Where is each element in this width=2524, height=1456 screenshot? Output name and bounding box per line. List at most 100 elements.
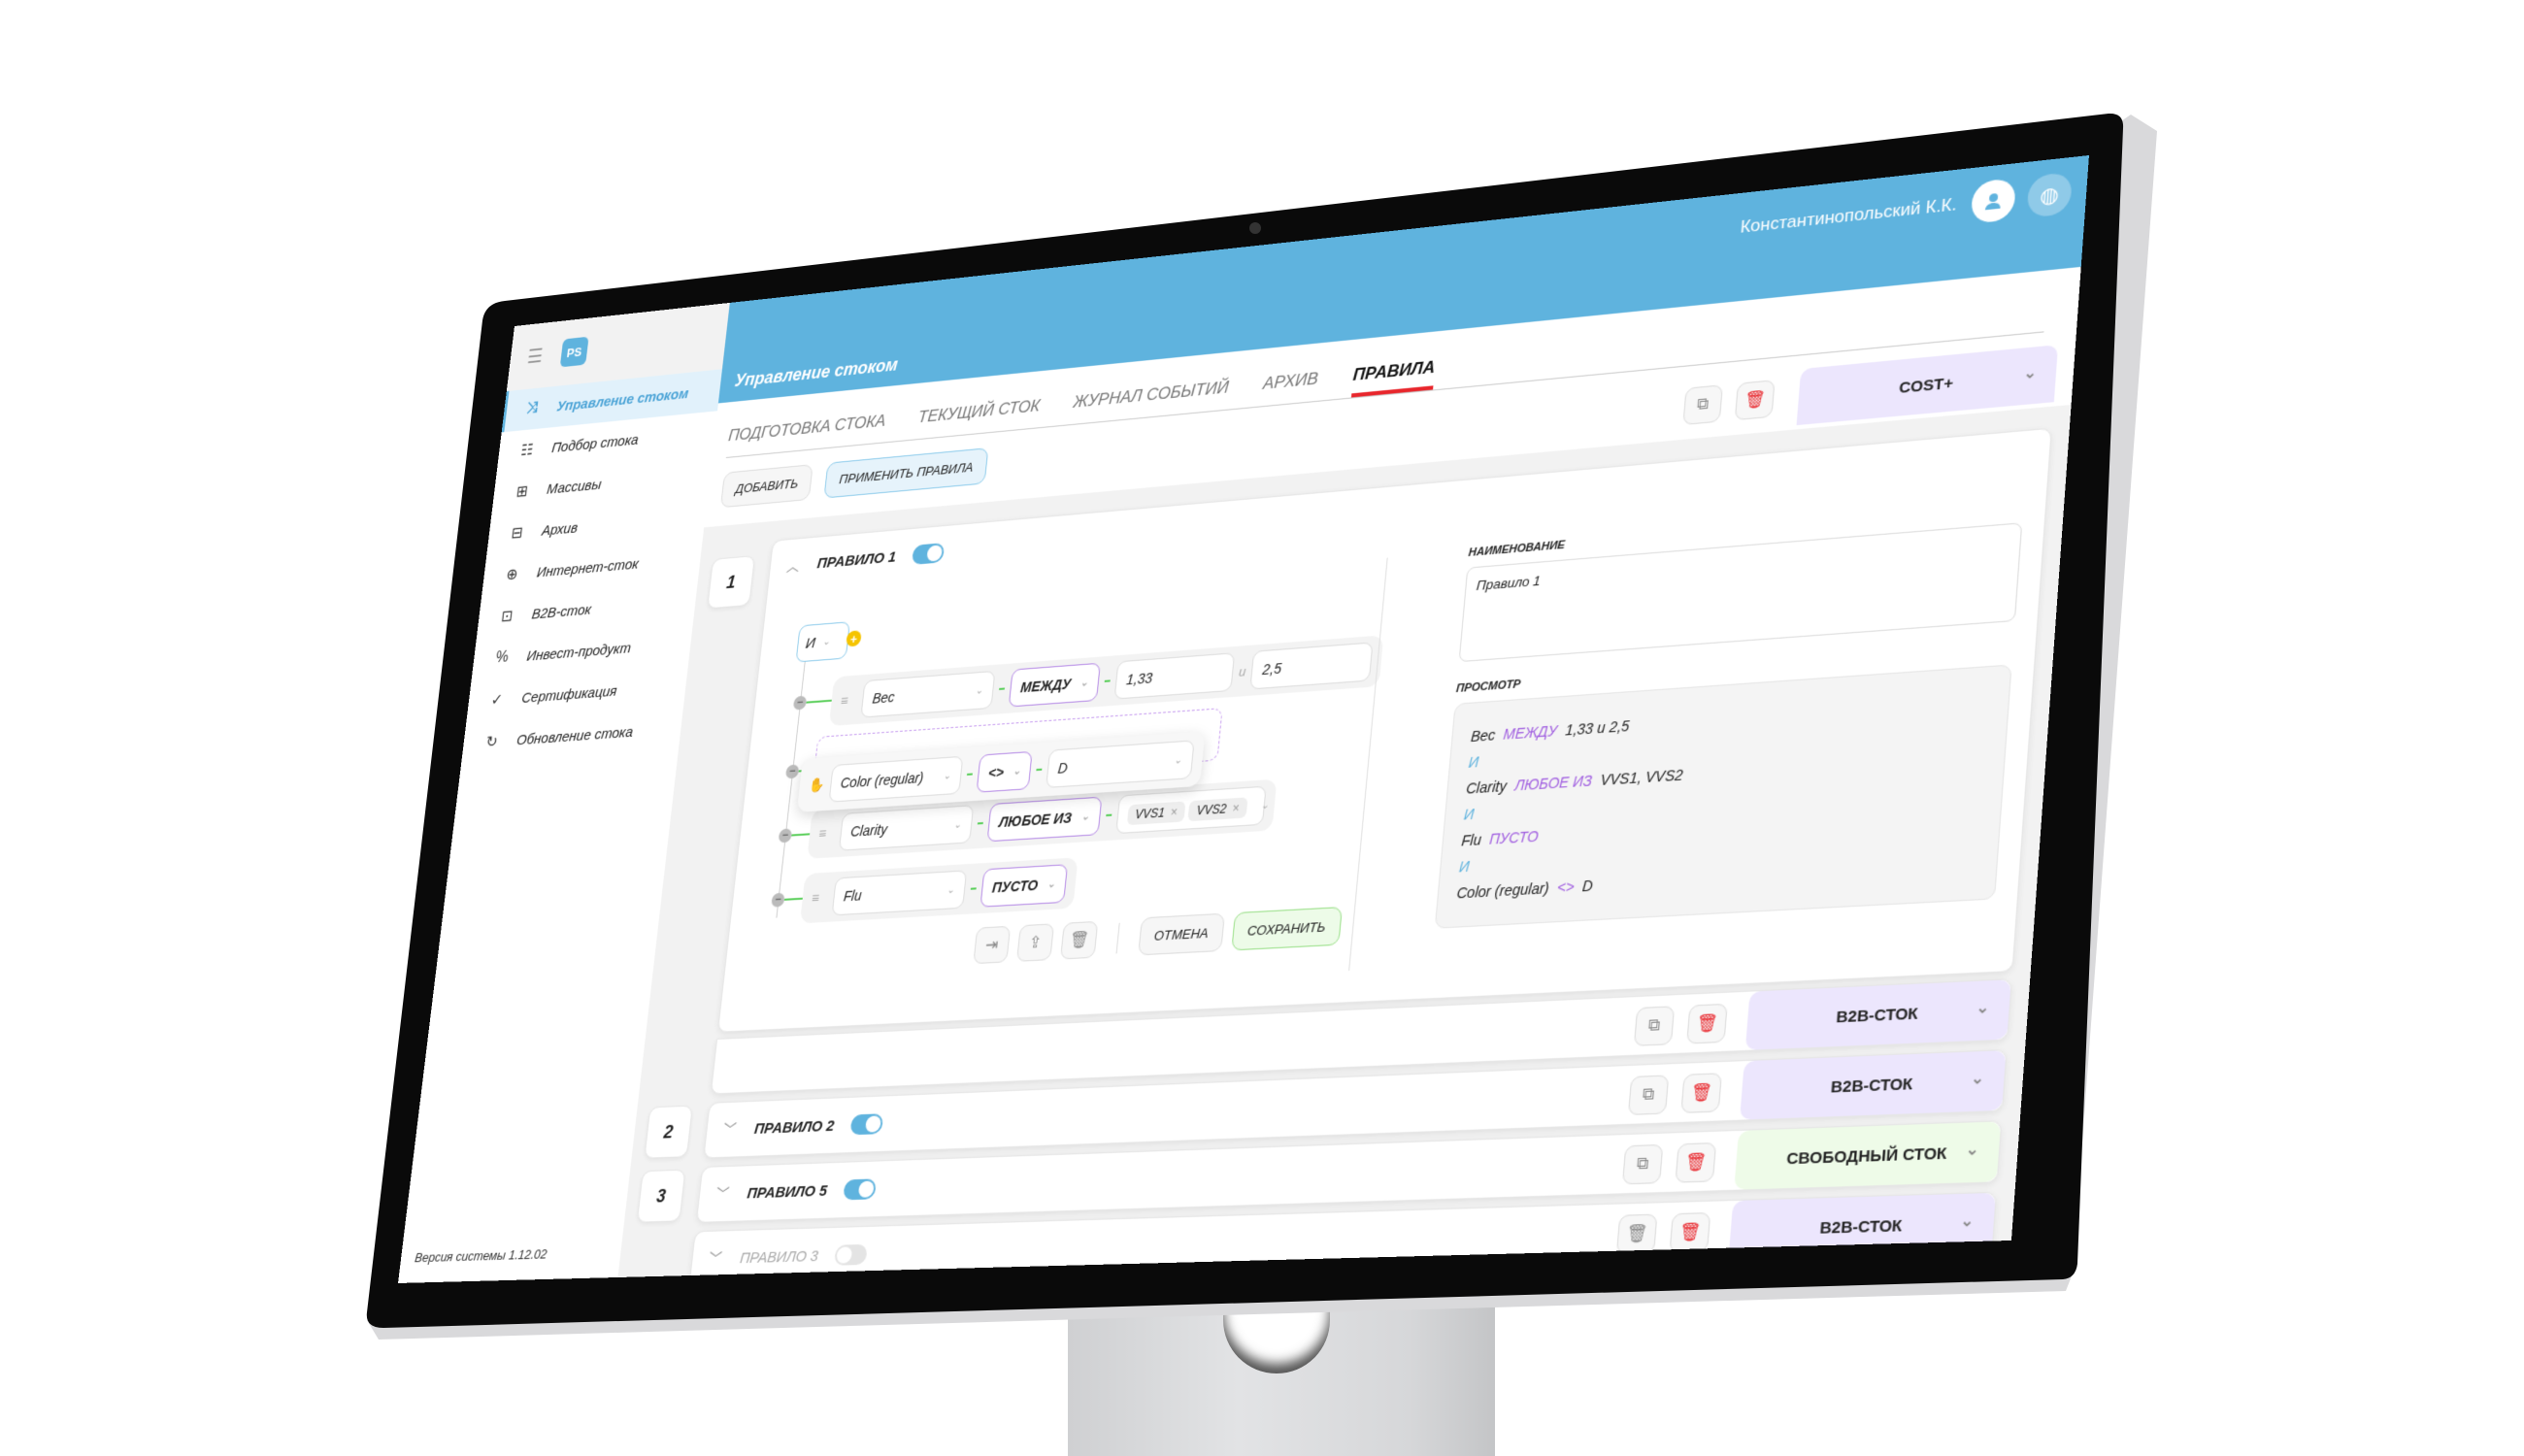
connector (1104, 679, 1111, 682)
field-select[interactable]: Flu ⌄ (831, 870, 968, 916)
rule-name: ПРАВИЛО 1 (815, 547, 897, 572)
archive-icon: ⊟ (510, 524, 524, 543)
connector (1036, 768, 1043, 772)
field-select[interactable]: Вес ⌄ (860, 670, 996, 718)
drag-grab-icon[interactable]: ✋ (808, 776, 826, 793)
chevron-down-icon: ⌄ (1976, 998, 1990, 1017)
connector (970, 887, 977, 890)
rule-enabled-toggle[interactable] (833, 1243, 868, 1266)
rule-enabled-toggle[interactable] (849, 1113, 884, 1136)
operator-select[interactable]: <> ⌄ (976, 750, 1033, 793)
logic-select[interactable]: И ⌄ (795, 621, 850, 663)
chevron-down-icon: ⌄ (1965, 1140, 1980, 1159)
save-button[interactable]: СОХРАНИТЬ (1231, 907, 1343, 951)
remove-condition-icon[interactable]: − (792, 695, 808, 711)
trash-icon[interactable]: 🗑 (1734, 380, 1776, 421)
chevron-down-icon[interactable]: ﹀ (715, 1183, 740, 1205)
group-target-label: COST+ (1898, 374, 1954, 397)
sidebar-item-label: Подбор стока (550, 431, 640, 456)
duplicate-icon[interactable]: ⧉ (1682, 384, 1723, 426)
chevron-down-icon: ⌄ (2023, 363, 2038, 382)
export-icon[interactable]: ⇥ (973, 925, 1012, 964)
briefcase-icon: ⊡ (500, 608, 515, 626)
trash-icon[interactable]: 🗑 (1615, 1213, 1658, 1255)
condition-builder: И ⌄ + − ≡ Вес ⌄ МЕЖДУ ⌄ 1,33 и 2,5 − − ≡… (742, 558, 1386, 981)
rule-row: 1 ︿ ПРАВИЛО 1 И ⌄ + − ≡ Вес ⌄ МЕЖДУ ⌄ 1,… (656, 427, 2052, 1054)
chevron-down-icon: ⌄ (1173, 754, 1183, 767)
remove-condition-icon[interactable]: − (771, 892, 785, 908)
trash-icon[interactable]: 🗑 (1680, 1073, 1722, 1113)
percent-badge-icon: % (494, 648, 510, 667)
chevron-down-icon: ⌄ (946, 883, 956, 896)
connector (977, 822, 983, 825)
drag-handle-icon[interactable]: ≡ (840, 692, 858, 709)
badge-check-icon: ✓ (489, 691, 504, 710)
value-to-input[interactable]: 2,5 (1249, 642, 1374, 690)
trash-icon[interactable]: 🗑 (1060, 920, 1099, 960)
field-select[interactable]: Color (regular) ⌄ (828, 755, 964, 803)
rule-name: ПРАВИЛО 2 (753, 1116, 836, 1138)
chevron-down-icon[interactable]: ﹀ (722, 1119, 747, 1141)
rule-enabled-toggle[interactable] (911, 543, 946, 566)
drag-handle-icon[interactable]: ≡ (811, 889, 829, 907)
trash-icon[interactable]: 🗑 (1669, 1211, 1711, 1253)
chevron-down-icon: ⌄ (1046, 877, 1056, 890)
duplicate-icon[interactable]: ⧉ (1627, 1075, 1670, 1116)
list-icon: ☷ (519, 442, 535, 460)
rule-preview: Вес МЕЖДУ 1,33 и 2,5 И Clarity ЛЮБОЕ ИЗ VVS1… (1434, 664, 2012, 929)
remove-condition-icon[interactable]: − (778, 828, 793, 844)
chevron-down-icon: ⌄ (1013, 765, 1022, 778)
add-button[interactable]: ДОБАВИТЬ (719, 464, 814, 509)
system-version: Версия системы 1.12.02 (414, 1246, 548, 1266)
chevron-down-icon[interactable]: ﹀ (708, 1248, 732, 1269)
add-condition-icon[interactable]: + (846, 630, 862, 647)
duplicate-icon[interactable]: ⧉ (1633, 1006, 1676, 1046)
duplicate-icon[interactable]: ⧉ (1621, 1143, 1664, 1185)
chevron-down-icon: ⌄ (1970, 1069, 1985, 1087)
value-chip[interactable]: VVS2 × (1187, 797, 1248, 822)
group-tools: ⧉ 🗑 (1633, 1003, 1728, 1046)
tree-connector (791, 833, 811, 837)
main-area: Управление стоком ПОДГОТОВКА СТОКА ТЕКУЩ… (617, 155, 2089, 1283)
rule-name: ПРАВИЛО 5 (746, 1181, 828, 1203)
remove-chip-icon: × (1231, 801, 1241, 816)
app-logo[interactable]: PS (559, 336, 589, 368)
trash-icon[interactable]: 🗑 (1675, 1142, 1717, 1183)
trash-icon[interactable]: 🗑 (1686, 1003, 1728, 1044)
value-chip[interactable]: VVS1 × (1126, 801, 1186, 826)
values-multiselect[interactable]: VVS1 × VVS2 × ⌄ (1114, 785, 1270, 835)
value-select[interactable]: D ⌄ (1046, 740, 1195, 789)
import-icon[interactable]: ⇪ (1016, 922, 1055, 962)
field-select[interactable]: Clarity ⌄ (838, 805, 975, 851)
apply-rules-button[interactable]: ПРИМЕНИТЬ ПРАВИЛА (823, 447, 989, 499)
hamburger-icon[interactable]: ☰ (526, 344, 545, 369)
tab-archive[interactable]: АРХИВ (1261, 369, 1318, 406)
chevron-down-icon: ⌄ (943, 770, 952, 782)
chevron-down-icon: ⌄ (1079, 677, 1089, 689)
value-from-input[interactable]: 1,33 (1113, 652, 1236, 700)
sidebar-item-label: Архив (541, 519, 580, 540)
tab-current-stock[interactable]: ТЕКУЩИЙ СТОК (915, 396, 1041, 439)
rule-priority: 2 (644, 1105, 693, 1159)
tab-rules[interactable]: ПРАВИЛА (1350, 357, 1437, 398)
cancel-button[interactable]: ОТМЕНА (1138, 912, 1225, 956)
remove-condition-icon[interactable]: − (784, 764, 800, 779)
tab-event-log[interactable]: ЖУРНАЛ СОБЫТИЙ (1071, 378, 1230, 424)
rules-content: 1 ︿ ПРАВИЛО 1 И ⌄ + − ≡ Вес ⌄ МЕЖДУ ⌄ 1,… (617, 405, 2071, 1283)
group-target-select[interactable]: СВОБОДНЫЙ СТОК ⌄ (1734, 1121, 2002, 1190)
rule-enabled-toggle[interactable] (842, 1178, 877, 1201)
group-target-select[interactable]: B2B-СТОК ⌄ (1744, 979, 2011, 1050)
operator-select[interactable]: МЕЖДУ ⌄ (1008, 662, 1101, 708)
tab-stock-preparation[interactable]: ПОДГОТОВКА СТОКА (726, 412, 886, 457)
tree-connector (783, 897, 803, 901)
operator-select[interactable]: ЛЮБОЕ ИЗ ⌄ (986, 796, 1102, 843)
app-screen: Константинопольский К.К. ◍ ☰ PS ⤨ Управл… (397, 154, 2089, 1283)
group-target-label: B2B-СТОК (1835, 1004, 1919, 1027)
operator-select[interactable]: ПУСТО ⌄ (980, 864, 1068, 908)
drag-handle-icon[interactable]: ≡ (818, 825, 837, 842)
chevron-up-icon[interactable]: ︿ (785, 554, 809, 576)
globe-icon: ⊕ (505, 566, 519, 584)
sidebar-item-label: Интернет-сток (536, 555, 640, 580)
condition-row: ≡ Вес ⌄ МЕЖДУ ⌄ 1,33 и 2,5 (828, 635, 1384, 727)
group-target-select[interactable]: B2B-СТОК ⌄ (1740, 1050, 2007, 1120)
